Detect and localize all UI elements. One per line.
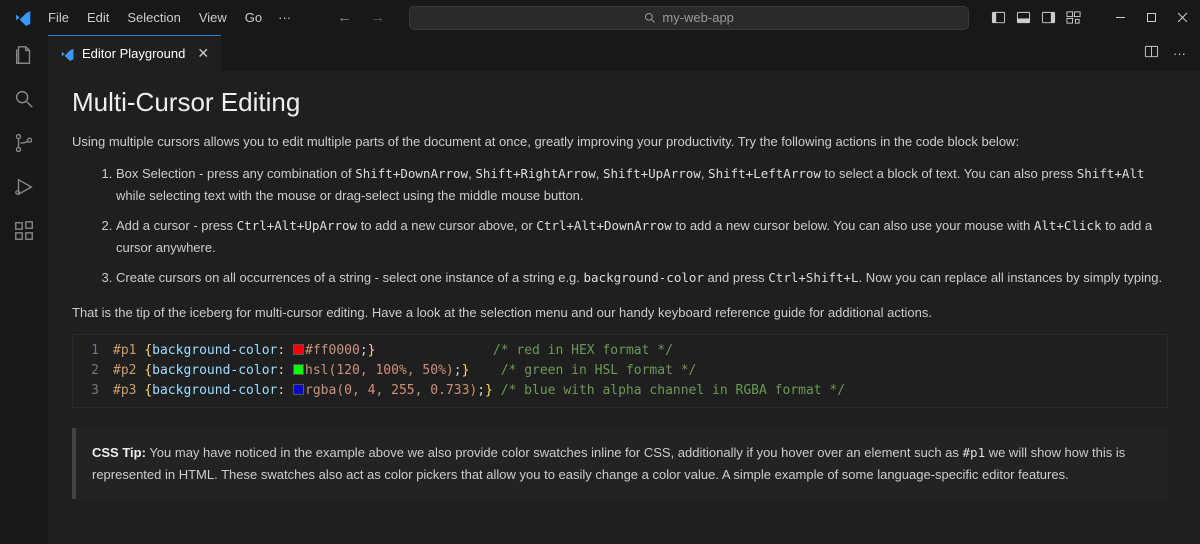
tab-bar: Editor Playground ✕ ···	[48, 35, 1200, 71]
window-minimize-icon[interactable]	[1111, 10, 1130, 25]
command-center[interactable]: my-web-app	[409, 6, 969, 30]
code-line: #p3 {background-color: rgba(0, 4, 255, 0…	[113, 381, 1167, 401]
layout-panel-icon[interactable]	[1016, 10, 1031, 25]
outro-text: That is the tip of the iceberg for multi…	[72, 303, 1168, 324]
code-block[interactable]: 1 2 3 #p1 {background-color: #ff0000;} /…	[72, 334, 1168, 408]
layout-sidebar-left-icon[interactable]	[991, 10, 1006, 25]
code-lines: #p1 {background-color: #ff0000;} /* red …	[113, 335, 1167, 407]
window-controls	[991, 10, 1192, 25]
source-control-icon[interactable]	[12, 131, 36, 155]
menu-view[interactable]: View	[191, 6, 235, 29]
search-icon	[644, 12, 656, 24]
list-item: Add a cursor - press Ctrl+Alt+UpArrow to…	[116, 215, 1168, 259]
editor-content: Multi-Cursor Editing Using multiple curs…	[48, 71, 1200, 544]
tip-label: CSS Tip:	[92, 445, 146, 460]
menu-selection[interactable]: Selection	[119, 6, 188, 29]
menu-go[interactable]: Go	[237, 6, 270, 29]
explorer-icon[interactable]	[12, 43, 36, 67]
window-maximize-icon[interactable]	[1142, 10, 1161, 25]
run-debug-icon[interactable]	[12, 175, 36, 199]
tab-editor-playground[interactable]: Editor Playground ✕	[48, 35, 221, 71]
layout-sidebar-right-icon[interactable]	[1041, 10, 1056, 25]
tip-callout: CSS Tip: You may have noticed in the exa…	[72, 428, 1168, 499]
editor-area: Editor Playground ✕ ··· Multi-Cursor Edi…	[48, 35, 1200, 544]
split-editor-icon[interactable]	[1144, 44, 1159, 62]
layout-customize-icon[interactable]	[1066, 10, 1081, 25]
instructions-list: Box Selection - press any combination of…	[116, 163, 1168, 289]
tab-label: Editor Playground	[82, 46, 185, 61]
nav-arrows: ← →	[337, 9, 385, 26]
page-title: Multi-Cursor Editing	[72, 87, 1168, 118]
titlebar: File Edit Selection View Go ··· ← → my-w…	[0, 0, 1200, 35]
activity-bar	[0, 35, 48, 544]
menu-bar: File Edit Selection View Go ···	[40, 6, 297, 29]
code-line: #p1 {background-color: #ff0000;} /* red …	[113, 341, 1167, 361]
window-close-icon[interactable]	[1173, 10, 1192, 25]
menu-overflow-icon[interactable]: ···	[272, 6, 297, 29]
list-item: Box Selection - press any combination of…	[116, 163, 1168, 207]
line-gutter: 1 2 3	[73, 335, 113, 407]
extensions-icon[interactable]	[12, 219, 36, 243]
list-item: Create cursors on all occurrences of a s…	[116, 267, 1168, 289]
command-center-text: my-web-app	[662, 10, 734, 25]
more-actions-icon[interactable]: ···	[1173, 46, 1186, 61]
nav-back-icon[interactable]: ←	[337, 9, 352, 26]
nav-forward-icon[interactable]: →	[370, 9, 385, 26]
color-swatch-icon[interactable]	[293, 344, 304, 355]
color-swatch-icon[interactable]	[293, 364, 304, 375]
intro-text: Using multiple cursors allows you to edi…	[72, 132, 1168, 153]
tab-close-icon[interactable]: ✕	[197, 45, 209, 62]
menu-edit[interactable]: Edit	[79, 6, 117, 29]
vscode-tab-icon	[60, 47, 74, 61]
color-swatch-icon[interactable]	[293, 384, 304, 395]
vscode-logo-icon	[12, 8, 32, 28]
code-line: #p2 {background-color: hsl(120, 100%, 50…	[113, 361, 1167, 381]
menu-file[interactable]: File	[40, 6, 77, 29]
search-icon[interactable]	[12, 87, 36, 111]
